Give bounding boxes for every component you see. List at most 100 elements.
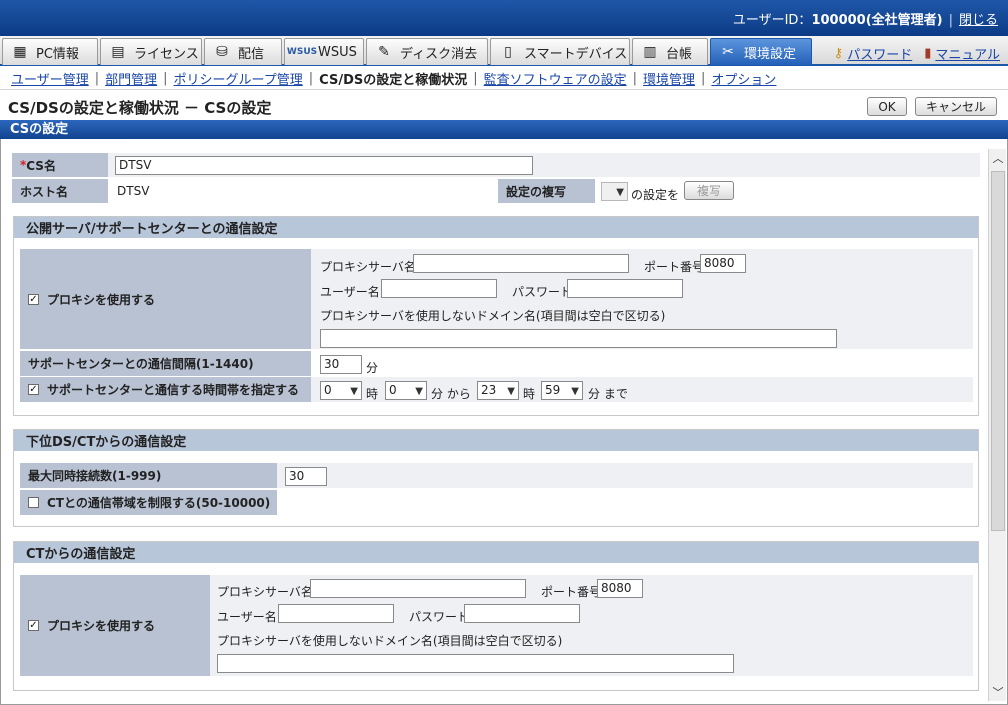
ct-user-name-input[interactable]	[278, 604, 394, 623]
tab-label: WSUS	[318, 44, 357, 60]
cs-name-label-text: CS名	[26, 158, 56, 173]
scroll-up-icon[interactable]: ︿	[989, 149, 1007, 167]
distribution-icon: ⛁	[216, 44, 228, 60]
cancel-button[interactable]: キャンセル	[915, 97, 997, 116]
to-minute-select[interactable]: 59 ▼	[541, 381, 583, 400]
subnav-separator: |	[632, 71, 638, 86]
ct-use-proxy-checkbox[interactable]: ✓	[28, 620, 39, 631]
copy-suffix: の設定を	[631, 188, 680, 202]
subnav-department-management[interactable]: 部門管理	[105, 69, 157, 88]
subnav-separator: |	[701, 71, 706, 86]
time-range-label: ✓ サポートセンターと通信する時間帯を指定する	[20, 377, 311, 402]
from-minute-select[interactable]: 0 ▼	[385, 381, 427, 400]
chevron-down-icon: ▼	[616, 187, 624, 198]
ct-no-proxy-input[interactable]	[217, 654, 734, 673]
host-name-label: ホスト名	[12, 179, 108, 203]
tab-license[interactable]: ▤ ライセンス	[100, 38, 202, 65]
subnav-audit-software[interactable]: 監査ソフトウェアの設定	[484, 69, 627, 88]
user-id-label: ユーザーID：	[732, 13, 812, 28]
ct-port-label: ポート番号	[541, 585, 602, 599]
tab-smart-device[interactable]: ▯ スマートデバイス	[490, 38, 630, 65]
user-name-input[interactable]	[381, 279, 497, 298]
ct-proxy-server-label: プロキシサーバ名	[217, 585, 313, 599]
subnav-separator: |	[473, 71, 478, 86]
host-name-value: DTSV	[117, 184, 150, 198]
tab-label: 台帳	[666, 46, 693, 62]
copy-button[interactable]: 複写	[684, 181, 734, 200]
from-suffix: 分 から	[431, 387, 471, 401]
tab-label: スマートデバイス	[524, 46, 628, 62]
main-tabs: ▦ PC情報 ▤ ライセンス ⛁ 配信 WSUS WSUS ✎ ディスク消去 ▯ スマートデ…	[0, 36, 1008, 66]
to-hour-select[interactable]: 23 ▼	[477, 381, 519, 400]
interval-cell	[311, 351, 973, 376]
tab-ledger[interactable]: ▥ 台帳	[632, 38, 708, 65]
tab-label: 環境設定	[744, 46, 797, 62]
user-info: ユーザーID：100000(全社管理者) | 閉じる	[733, 9, 998, 28]
copy-source-select[interactable]: ▼	[601, 182, 628, 201]
ct-password-label: パスワード	[409, 610, 470, 624]
cs-name-input[interactable]: DTSV	[115, 156, 533, 175]
license-icon: ▤	[111, 44, 125, 60]
ct-password-input[interactable]	[464, 604, 580, 623]
tab-disk-erase[interactable]: ✎ ディスク消去	[366, 38, 488, 65]
tab-wsus[interactable]: WSUS WSUS	[284, 38, 364, 65]
password-label: パスワード	[512, 285, 573, 299]
proxy-server-input[interactable]	[413, 254, 629, 273]
from-hour-select[interactable]: 0 ▼	[320, 381, 362, 400]
use-proxy-checkbox[interactable]: ✓	[28, 293, 39, 305]
limit-bandwidth-checkbox[interactable]	[28, 497, 39, 508]
ct-proxy-server-input[interactable]	[310, 579, 526, 598]
subnav-separator: |	[94, 71, 100, 86]
ledger-icon: ▥	[643, 44, 657, 60]
close-link[interactable]: 閉じる	[959, 13, 998, 28]
tab-links: ⚷ パスワード ▮ マニュアル	[834, 44, 1000, 63]
smart-device-icon: ▯	[504, 44, 512, 60]
proxy-server-label: プロキシサーバ名	[320, 260, 416, 274]
subnav-separator: |	[163, 71, 168, 86]
hour-unit-2: 時	[523, 387, 536, 401]
time-range-checkbox[interactable]: ✓	[28, 384, 39, 395]
tab-distribution[interactable]: ⛁ 配信	[204, 38, 282, 65]
subnav-environment[interactable]: 環境管理	[643, 69, 695, 88]
scroll-down-icon[interactable]: ﹀	[989, 683, 1007, 701]
book-icon: ▮	[924, 46, 932, 61]
tab-settings[interactable]: ✂ 環境設定	[710, 38, 812, 65]
scrollbar-thumb[interactable]	[991, 171, 1005, 531]
to-suffix: 分 まで	[588, 387, 628, 401]
ct-title: CTからの通信設定	[14, 542, 978, 563]
interval-unit: 分	[366, 361, 379, 375]
ct-port-input[interactable]: 8080	[597, 579, 643, 598]
subnav-user-management[interactable]: ユーザー管理	[11, 69, 89, 88]
ok-button[interactable]: OK	[867, 97, 907, 116]
to-hour-value: 23	[481, 383, 497, 397]
section-title: CSの設定	[0, 120, 1008, 139]
limit-bandwidth-text: CTとの通信帯域を制限する(50-10000)	[47, 496, 271, 510]
chevron-down-icon: ▼	[507, 386, 515, 397]
interval-input[interactable]: 30	[320, 355, 362, 374]
no-proxy-input[interactable]	[320, 329, 837, 348]
pc-info-icon: ▦	[13, 44, 27, 60]
subnav-options[interactable]: オプション	[711, 69, 776, 88]
ct-no-proxy-label: プロキシサーバを使用しないドメイン名(項目間は空白で区切る)	[217, 634, 563, 648]
chevron-down-icon: ▼	[571, 386, 579, 397]
tab-pc-info[interactable]: ▦ PC情報	[2, 38, 98, 65]
public-server-title: 公開サーバ/サポートセンターとの通信設定	[14, 217, 978, 238]
ct-user-name-label: ユーザー名	[217, 610, 277, 624]
subnav-policy-group[interactable]: ポリシーグループ管理	[174, 69, 303, 88]
use-proxy-text: プロキシを使用する	[47, 292, 156, 307]
port-input[interactable]: 8080	[700, 254, 746, 273]
chevron-down-icon: ▼	[350, 386, 358, 397]
ct-use-proxy-label: ✓ プロキシを使用する	[20, 575, 210, 676]
password-link[interactable]: パスワード	[847, 44, 912, 63]
password-input[interactable]	[567, 279, 683, 298]
chevron-down-icon: ▼	[415, 386, 423, 397]
max-connections-input[interactable]: 30	[285, 467, 327, 486]
manual-link[interactable]: マニュアル	[935, 44, 1000, 63]
copy-settings-label: 設定の複写	[498, 179, 595, 203]
use-proxy-label: ✓ プロキシを使用する	[20, 249, 311, 349]
wsus-icon: WSUS	[286, 47, 318, 57]
hour-unit: 時	[366, 387, 379, 401]
limit-bandwidth-cell	[277, 490, 973, 515]
ct-use-proxy-text: プロキシを使用する	[47, 619, 156, 633]
vertical-scrollbar[interactable]: ︿ ﹀	[988, 149, 1006, 701]
